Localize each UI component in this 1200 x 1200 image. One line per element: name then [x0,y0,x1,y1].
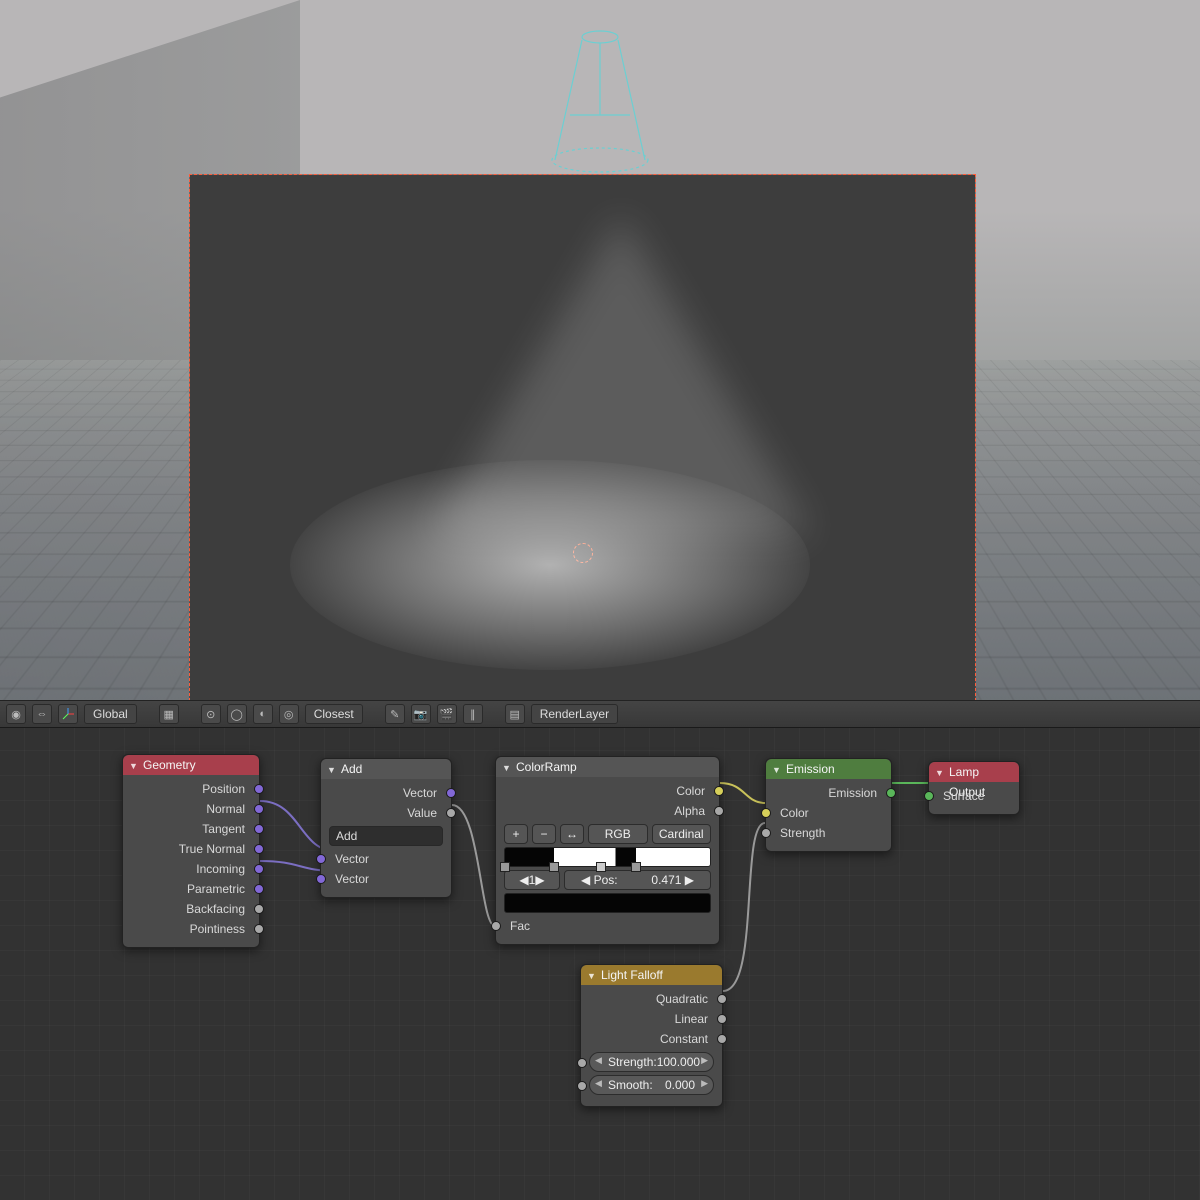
socket-fac-in[interactable]: Fac [496,916,719,936]
socket-color-out[interactable]: Color [496,781,719,801]
smooth-field[interactable]: Smooth:0.000 [589,1075,714,1095]
layers-icon[interactable]: ▦ [159,704,179,724]
ramp-colormode-dropdown[interactable]: RGB [588,824,648,844]
node-title[interactable]: ColorRamp [496,757,719,777]
socket-emission-out[interactable]: Emission [766,783,891,803]
node-editor-header: ◉ ⇔ Global ▦ ⊙ ◯ ◐ ◎ Closest ✎ 📷 🎬 ∥ ▤ R… [0,700,1200,728]
socket-quadratic[interactable]: Quadratic [581,989,722,1009]
socket-strength-in[interactable]: Strength [766,823,891,843]
3d-cursor-icon [573,543,593,563]
socket-constant[interactable]: Constant [581,1029,722,1049]
node-lamp-output[interactable]: Lamp Output Surface [928,761,1020,815]
snap-magnet-icon[interactable]: ⊙ [201,704,221,724]
editor-type-icon[interactable]: ◉ [6,704,26,724]
ramp-index-field[interactable]: ◀ 1 ▶ [504,870,560,890]
socket-value-out[interactable]: Value [321,803,451,823]
socket-parametric[interactable]: Parametric [123,879,259,899]
render-icon[interactable]: ✎ [385,704,405,724]
ramp-add-button[interactable]: + [504,824,528,844]
3d-viewport[interactable] [0,0,1200,700]
ramp-flip-button[interactable]: ↔ [560,824,584,844]
node-title[interactable]: Emission [766,759,891,779]
axes-icon [58,704,78,724]
strength-field[interactable]: Strength:100.000 [589,1052,714,1072]
color-ramp-gradient[interactable] [504,847,711,867]
node-title[interactable]: Lamp Output [929,762,1019,782]
ramp-pos-field[interactable]: ◀ Pos: 0.471 ▶ [564,870,711,890]
renderlayer-icon[interactable]: ▤ [505,704,525,724]
socket-linear[interactable]: Linear [581,1009,722,1029]
socket-color-in[interactable]: Color [766,803,891,823]
proportional-icon[interactable]: ◐ [253,704,273,724]
snap-mode-dropdown[interactable]: Closest [305,704,363,724]
node-light-falloff[interactable]: Light Falloff Quadratic Linear Constant … [580,964,723,1107]
node-title[interactable]: Add [321,759,451,779]
snap-toggle-icon[interactable]: ◯ [227,704,247,724]
transform-orientation-dropdown[interactable]: Global [84,704,137,724]
node-emission[interactable]: Emission Emission Color Strength [765,758,892,852]
socket-true-normal[interactable]: True Normal [123,839,259,859]
node-vector-math-add[interactable]: Add Vector Value Add Vector Vector [320,758,452,898]
node-editor[interactable]: Geometry Position Normal Tangent True No… [0,728,1200,1200]
socket-vector-in-1[interactable]: Vector [321,849,451,869]
ramp-color-swatch[interactable] [504,893,711,913]
camera-render-border [190,175,975,700]
operation-dropdown[interactable]: Add [329,826,443,846]
camera-icon[interactable]: 📷 [411,704,431,724]
socket-vector-out[interactable]: Vector [321,783,451,803]
socket-vector-in-2[interactable]: Vector [321,869,451,889]
pause-icon[interactable]: ∥ [463,704,483,724]
socket-surface-in[interactable]: Surface [929,786,1019,806]
node-title[interactable]: Light Falloff [581,965,722,985]
expand-icon[interactable]: ⇔ [32,704,52,724]
node-geometry[interactable]: Geometry Position Normal Tangent True No… [122,754,260,948]
socket-pointiness[interactable]: Pointiness [123,919,259,939]
spot-lamp-gizmo[interactable] [540,25,660,175]
clapper-icon[interactable]: 🎬 [437,704,457,724]
node-color-ramp[interactable]: ColorRamp Color Alpha + − ↔ RGB Cardinal… [495,756,720,945]
node-title[interactable]: Geometry [123,755,259,775]
socket-tangent[interactable]: Tangent [123,819,259,839]
ramp-interp-dropdown[interactable]: Cardinal [652,824,712,844]
pivot-icon[interactable]: ◎ [279,704,299,724]
ramp-remove-button[interactable]: − [532,824,556,844]
socket-alpha-out[interactable]: Alpha [496,801,719,821]
render-layer-dropdown[interactable]: RenderLayer [531,704,618,724]
socket-normal[interactable]: Normal [123,799,259,819]
socket-position[interactable]: Position [123,779,259,799]
socket-incoming[interactable]: Incoming [123,859,259,879]
socket-backfacing[interactable]: Backfacing [123,899,259,919]
